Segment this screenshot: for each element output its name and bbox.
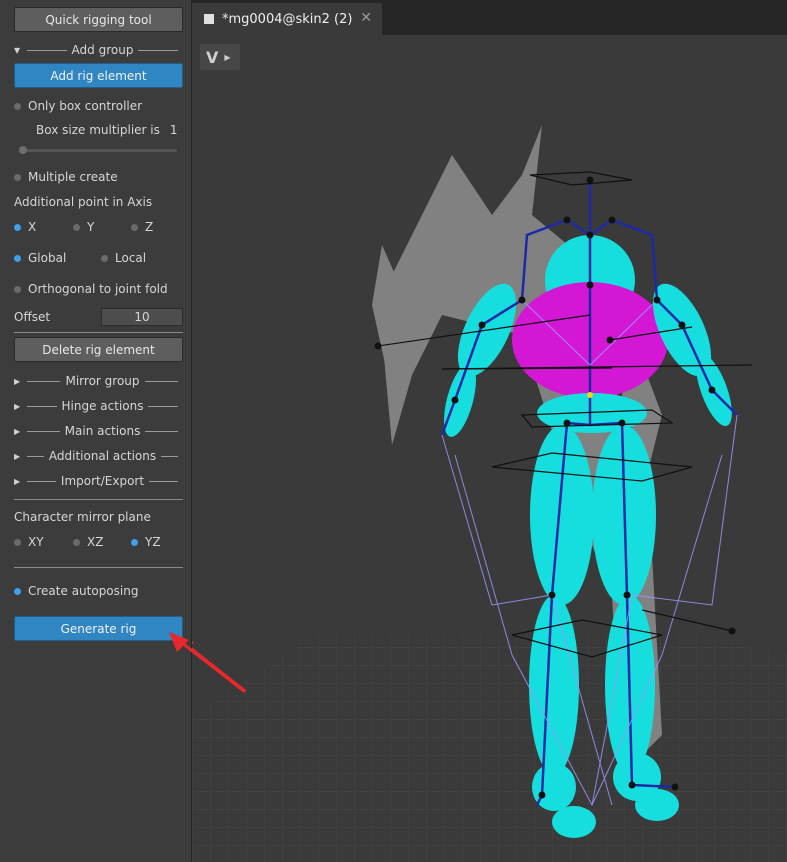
- divider-line: [27, 405, 57, 407]
- ground-grid: [192, 635, 787, 862]
- radio-selected-icon: [14, 223, 21, 231]
- additional-point-axis-label: Additional point in Axis: [14, 193, 152, 211]
- option-label: Orthogonal to joint fold: [28, 282, 168, 296]
- option-label: Y: [87, 220, 95, 234]
- option-label: Multiple create: [28, 170, 118, 184]
- add-rig-element-button[interactable]: Add rig element: [14, 63, 183, 88]
- option-label: YZ: [145, 535, 161, 549]
- tab-bar: *mg0004@skin2 (2) ✕: [192, 0, 787, 35]
- main-actions-section[interactable]: ▶ Main actions: [14, 422, 183, 440]
- tab-title: *mg0004@skin2 (2): [222, 11, 353, 27]
- option-label: Only box controller: [28, 99, 143, 113]
- option-label: Local: [115, 251, 147, 265]
- option-label: Create autoposing: [28, 584, 139, 598]
- label: Additional point in Axis: [14, 195, 153, 209]
- radio-icon: [14, 173, 21, 181]
- divider-line: [145, 430, 178, 432]
- viewport-scene: [192, 35, 787, 862]
- plane-xz-option[interactable]: XZ: [73, 533, 103, 551]
- close-icon[interactable]: ✕: [360, 10, 372, 26]
- section-label: Import/Export: [60, 474, 145, 488]
- radio-icon: [14, 538, 21, 546]
- multiple-create-option[interactable]: Multiple create: [14, 168, 118, 186]
- box-size-label: Box size multiplier is: [36, 123, 160, 137]
- collapse-triangle-icon: ▶: [14, 476, 21, 486]
- divider-line: [144, 380, 178, 382]
- divider-line: [27, 455, 44, 457]
- axis-x-option[interactable]: X: [14, 218, 36, 236]
- offset-input[interactable]: 10: [101, 308, 183, 326]
- radio-icon: [14, 102, 21, 110]
- collapse-triangle-icon: ▶: [14, 451, 21, 461]
- expand-triangle-icon: ▼: [14, 45, 21, 55]
- divider-line: [27, 430, 60, 432]
- 3d-viewport[interactable]: V ▶: [192, 35, 787, 862]
- box-size-value: 1: [169, 123, 178, 137]
- box-size-row: Box size multiplier is 1: [36, 121, 178, 139]
- collapse-triangle-icon: ▶: [14, 376, 21, 386]
- plane-yz-option[interactable]: YZ: [131, 533, 161, 551]
- section-label: Add group: [71, 43, 134, 57]
- import-export-section[interactable]: ▶ Import/Export: [14, 472, 183, 490]
- create-autoposing-option[interactable]: Create autoposing: [14, 582, 138, 600]
- local-option[interactable]: Local: [101, 249, 146, 267]
- divider-line: [27, 49, 67, 51]
- viewport-tool-menu[interactable]: V ▶: [200, 44, 240, 70]
- view-tool-icon: V: [206, 47, 219, 67]
- section-label: Main actions: [64, 424, 141, 438]
- radio-icon: [101, 254, 108, 262]
- hinge-actions-section[interactable]: ▶ Hinge actions: [14, 397, 183, 415]
- divider-line: [138, 49, 178, 51]
- option-label: XZ: [87, 535, 104, 549]
- divider-line: [149, 480, 178, 482]
- offset-label: Offset: [14, 308, 50, 326]
- option-label: X: [28, 220, 37, 234]
- collapse-triangle-icon: ▶: [14, 426, 21, 436]
- axis-z-option[interactable]: Z: [131, 218, 153, 236]
- generate-rig-button[interactable]: Generate rig: [14, 616, 183, 641]
- divider: [14, 332, 183, 333]
- radio-icon: [73, 538, 80, 546]
- collapse-triangle-icon: ▶: [14, 401, 21, 411]
- quick-rigging-tool-button[interactable]: Quick rigging tool: [14, 7, 183, 32]
- additional-actions-section[interactable]: ▶ Additional actions: [14, 447, 183, 465]
- axis-y-option[interactable]: Y: [73, 218, 94, 236]
- document-icon: [204, 14, 214, 24]
- radio-icon: [131, 223, 138, 231]
- section-label: Additional actions: [48, 449, 157, 463]
- divider: [14, 567, 183, 568]
- rigging-sidebar: Quick rigging tool ▼ Add group Add rig e…: [0, 0, 192, 862]
- radio-icon: [14, 285, 21, 293]
- radio-selected-icon: [14, 254, 21, 262]
- option-label: XY: [28, 535, 44, 549]
- box-size-slider[interactable]: [20, 149, 177, 152]
- divider-line: [161, 455, 178, 457]
- only-box-controller-option[interactable]: Only box controller: [14, 97, 142, 115]
- global-option[interactable]: Global: [14, 249, 66, 267]
- divider: [14, 499, 183, 500]
- radio-icon: [73, 223, 80, 231]
- red-arrow-overlay: [169, 632, 246, 694]
- section-label: Mirror group: [65, 374, 140, 388]
- label: Character mirror plane: [14, 510, 151, 524]
- option-label: Global: [28, 251, 67, 265]
- option-label: Z: [145, 220, 154, 234]
- tab-mg0004-skin2[interactable]: *mg0004@skin2 (2) ✕: [192, 3, 382, 35]
- label: Offset: [14, 310, 51, 324]
- section-label: Hinge actions: [61, 399, 144, 413]
- divider-line: [27, 380, 61, 382]
- delete-rig-element-button[interactable]: Delete rig element: [14, 337, 183, 362]
- plane-xy-option[interactable]: XY: [14, 533, 44, 551]
- divider-line: [27, 480, 56, 482]
- mirror-plane-label: Character mirror plane: [14, 508, 151, 526]
- offset-value: 10: [134, 310, 150, 324]
- radio-selected-icon: [14, 587, 21, 595]
- dropdown-arrow-icon: ▶: [224, 52, 231, 62]
- mirror-group-section[interactable]: ▶ Mirror group: [14, 372, 183, 390]
- divider-line: [148, 405, 178, 407]
- orthogonal-option[interactable]: Orthogonal to joint fold: [14, 280, 168, 298]
- box-size-slider-handle[interactable]: [19, 146, 27, 154]
- add-group-section[interactable]: ▼ Add group: [14, 41, 183, 59]
- radio-selected-icon: [131, 538, 138, 546]
